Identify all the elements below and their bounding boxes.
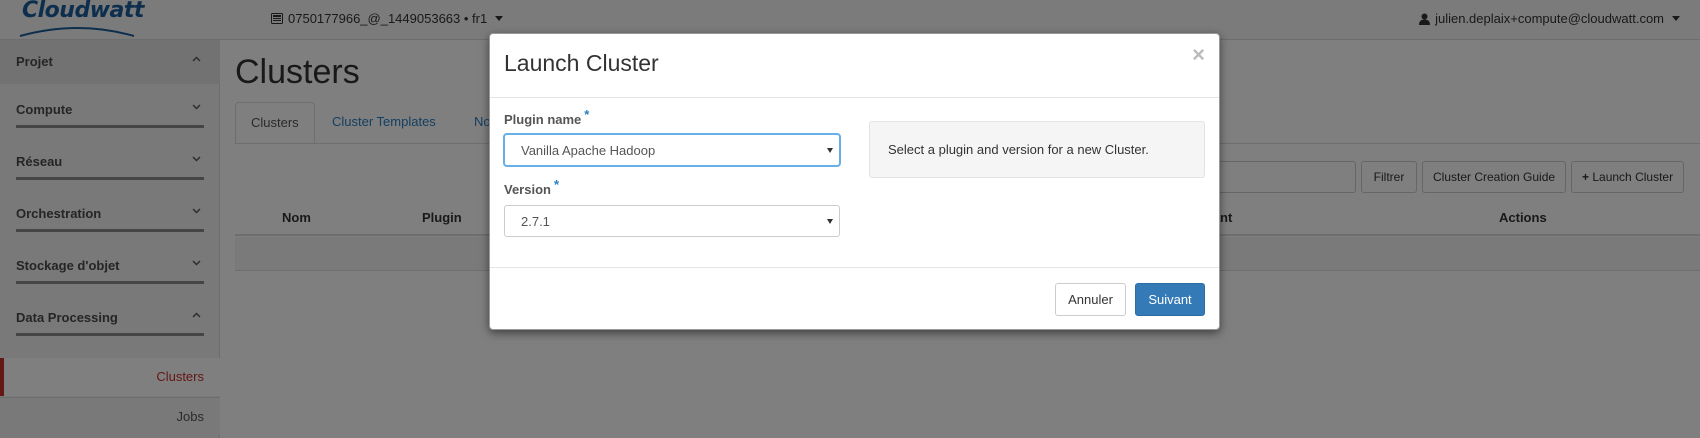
modal-title: Launch Cluster [504,50,659,76]
close-icon[interactable]: × [1192,44,1205,66]
help-panel: Select a plugin and version for a new Cl… [869,121,1205,178]
required-marker: * [584,107,590,122]
version-value: 2.7.1 [521,214,550,229]
select-caret-icon [827,148,833,153]
version-label: Version * [504,177,559,197]
modal-footer: Annuler Suivant [490,267,1219,331]
modal-header: Launch Cluster × [490,34,1219,98]
next-button[interactable]: Suivant [1135,283,1205,316]
select-caret-icon [827,219,833,224]
plugin-name-label: Plugin name * [504,107,589,127]
help-text: Select a plugin and version for a new Cl… [888,142,1149,157]
plugin-name-value: Vanilla Apache Hadoop [521,143,656,158]
required-marker: * [553,177,560,192]
plugin-name-label-text: Plugin name [504,112,582,127]
cancel-button[interactable]: Annuler [1055,283,1126,316]
launch-cluster-modal: Launch Cluster × Plugin name * Vanilla Ap… [489,33,1220,330]
plugin-name-select[interactable]: Vanilla Apache Hadoop [504,134,840,166]
version-label-text: Version [504,182,551,197]
version-select[interactable]: 2.7.1 [504,205,840,237]
